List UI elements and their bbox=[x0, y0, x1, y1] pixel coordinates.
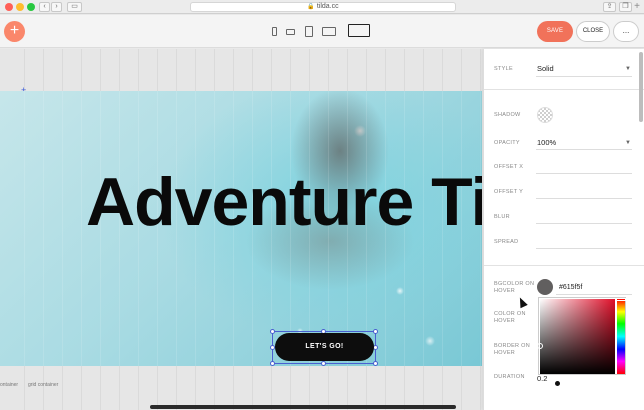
blur-label: BLUR bbox=[494, 214, 510, 220]
address-bar[interactable]: 🔒 tilda.cc bbox=[190, 2, 456, 12]
address-text: tilda.cc bbox=[316, 3, 339, 10]
shadow-color-swatch[interactable] bbox=[537, 107, 553, 123]
tablet-landscape-icon[interactable] bbox=[322, 27, 336, 36]
shadow-label: SHADOW bbox=[494, 112, 521, 118]
duration-slider-knob[interactable] bbox=[555, 381, 560, 386]
close-window-icon[interactable] bbox=[5, 3, 13, 11]
field-underline bbox=[556, 294, 632, 295]
style-select[interactable]: Solid bbox=[537, 64, 554, 73]
blur-input[interactable] bbox=[536, 223, 632, 224]
color-hover-label-line2: HOVER bbox=[494, 318, 516, 324]
grid-container-label: grid container bbox=[28, 382, 59, 388]
maximize-window-icon[interactable] bbox=[27, 3, 35, 11]
sidebar-toggle-icon[interactable]: ▭ bbox=[67, 2, 82, 12]
tablet-portrait-icon[interactable] bbox=[305, 26, 313, 37]
chevron-down-icon[interactable]: ▼ bbox=[625, 66, 631, 72]
resize-handle[interactable] bbox=[270, 361, 275, 366]
offset-x-label: OFFSET X bbox=[494, 164, 524, 170]
bgcolor-hover-label: BGCOLOR ON bbox=[494, 281, 535, 287]
resize-handle[interactable] bbox=[373, 329, 378, 334]
resize-handle[interactable] bbox=[270, 329, 275, 334]
color-picker-popup[interactable] bbox=[537, 297, 626, 375]
minimize-window-icon[interactable] bbox=[16, 3, 24, 11]
spread-label: SPREAD bbox=[494, 239, 519, 245]
duration-label: DURATION bbox=[494, 374, 525, 380]
new-tab-icon[interactable]: + bbox=[634, 1, 640, 12]
share-icon[interactable]: ⇪ bbox=[603, 2, 616, 12]
color-hover-label: COLOR ON bbox=[494, 311, 526, 317]
spread-input[interactable] bbox=[536, 248, 632, 249]
bgcolor-hover-label-line2: HOVER bbox=[494, 288, 516, 294]
saturation-value-area[interactable] bbox=[537, 299, 615, 374]
cta-button[interactable]: LET'S GO! bbox=[275, 333, 374, 361]
lock-icon: 🔒 bbox=[307, 4, 315, 10]
container-label: ontainer bbox=[0, 382, 19, 388]
border-hover-label: BORDER ON bbox=[494, 343, 531, 349]
offset-y-input[interactable] bbox=[536, 198, 632, 199]
bgcolor-hover-input[interactable]: #615f5f bbox=[559, 284, 582, 291]
section-divider bbox=[484, 265, 644, 266]
chevron-down-icon[interactable]: ▼ bbox=[625, 140, 631, 146]
hero-cover[interactable]: Adventure Ti LET'S GO! bbox=[0, 91, 482, 366]
forward-button[interactable]: › bbox=[51, 2, 62, 12]
panel-scrollbar[interactable] bbox=[639, 52, 643, 122]
horizontal-scrollbar[interactable] bbox=[150, 405, 456, 409]
duration-input[interactable]: 0.2 bbox=[537, 374, 547, 383]
hero-title[interactable]: Adventure Ti bbox=[86, 163, 482, 241]
section-divider bbox=[484, 89, 644, 90]
border-hover-label-line2: HOVER bbox=[494, 350, 516, 356]
back-button[interactable]: ‹ bbox=[39, 2, 50, 12]
desktop-icon[interactable] bbox=[348, 24, 370, 37]
browser-chrome: ‹ › ▭ 🔒 tilda.cc ⇪ ❐ + bbox=[0, 0, 644, 14]
bgcolor-hover-swatch[interactable] bbox=[537, 279, 553, 295]
save-button[interactable]: SAVE bbox=[537, 21, 573, 42]
mobile-landscape-icon[interactable] bbox=[286, 29, 295, 35]
style-label: STYLE bbox=[494, 66, 513, 72]
button-settings-panel: STYLE Solid ▼ SHADOW OPACITY 100% ▼ OFFS… bbox=[483, 49, 644, 410]
offset-y-label: OFFSET Y bbox=[494, 189, 524, 195]
add-block-button[interactable]: + bbox=[4, 21, 25, 42]
color-cursor[interactable] bbox=[537, 343, 543, 349]
hue-slider[interactable] bbox=[617, 299, 625, 374]
field-underline bbox=[536, 76, 632, 77]
opacity-select[interactable]: 100% bbox=[537, 138, 556, 147]
hue-slider-handle[interactable] bbox=[616, 298, 626, 301]
offset-x-input[interactable] bbox=[536, 173, 632, 174]
more-options-button[interactable]: ... bbox=[613, 21, 639, 42]
resize-handle[interactable] bbox=[373, 361, 378, 366]
field-underline bbox=[536, 149, 632, 150]
close-button[interactable]: CLOSE bbox=[576, 21, 610, 42]
editor-toolbar: + SAVE CLOSE ... bbox=[0, 15, 644, 48]
tabs-icon[interactable]: ❐ bbox=[619, 2, 632, 12]
opacity-label: OPACITY bbox=[494, 140, 520, 146]
resize-handle[interactable] bbox=[321, 361, 326, 366]
mobile-portrait-icon[interactable] bbox=[272, 27, 277, 36]
